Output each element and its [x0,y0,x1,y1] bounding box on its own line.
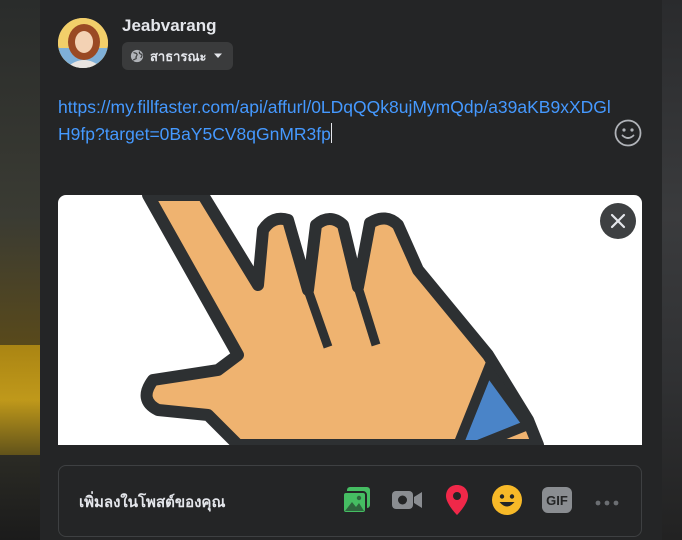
avatar [58,18,108,68]
smiley-icon[interactable] [613,118,643,148]
add-to-post-bar: เพิ่มลงในโพสต์ของคุณ GIF [58,465,642,537]
photo-video-icon [342,486,372,519]
more-dots-icon [595,493,619,511]
video-camera-icon [391,488,423,517]
link-preview-image [58,195,642,445]
video-button[interactable] [389,484,425,520]
feeling-emoji-icon [491,484,523,521]
post-composer: Jeabvarang สาธารณะ https://my.fillfaster… [40,0,662,540]
photo-video-button[interactable] [339,484,375,520]
add-to-post-label: เพิ่มลงในโพสต์ของคุณ [79,494,226,511]
gif-button[interactable]: GIF [539,484,575,520]
audience-label: สาธารณะ [150,48,207,64]
post-text-content: https://my.fillfaster.com/api/affurl/0LD… [58,97,611,144]
feeling-button[interactable] [489,484,525,520]
gif-icon: GIF [541,486,573,519]
chevron-down-icon [213,52,223,60]
background-left [0,0,40,540]
more-options-button[interactable] [589,484,625,520]
globe-icon [130,49,144,63]
location-button[interactable] [439,484,475,520]
gif-text: GIF [546,493,568,508]
location-pin-icon [445,484,469,521]
text-caret [330,123,332,143]
close-preview-button[interactable] [600,203,636,239]
audience-selector[interactable]: สาธารณะ [122,42,233,70]
background-right [662,0,682,540]
close-icon [610,213,626,229]
post-text-input[interactable]: https://my.fillfaster.com/api/affurl/0LD… [58,94,618,148]
background-left-yellow [0,345,40,455]
pointing-hand-image [140,195,544,445]
author-name: Jeabvarang [122,16,217,35]
